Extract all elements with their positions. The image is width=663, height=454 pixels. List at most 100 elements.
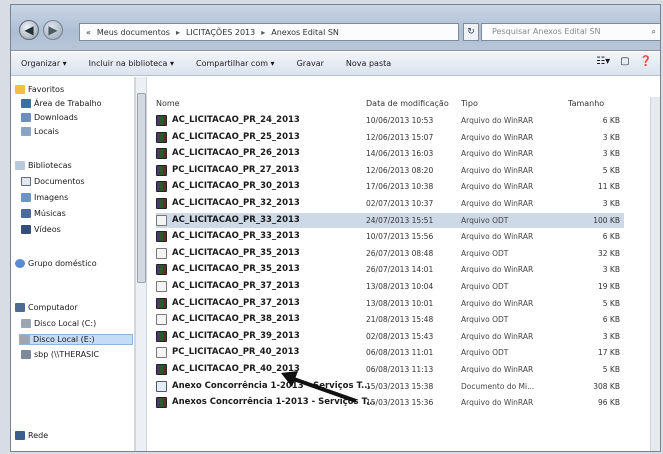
file-row[interactable]: AC_LICITACAO_PR_26_2013 14/06/2013 16:03 A… (156, 146, 624, 161)
nav-label: Documentos (34, 177, 85, 186)
nav-music[interactable]: Músicas (21, 209, 66, 218)
breadcrumb-meus-documentos[interactable]: Meus documentos (97, 28, 170, 37)
include-library-button[interactable]: Incluir na biblioteca ▾ (89, 59, 174, 68)
file-type: Arquivo do WinRAR (461, 298, 534, 308)
file-row[interactable]: AC_LICITACAO_PR_37_2013 13/08/2013 10:01 A… (156, 296, 624, 311)
refresh-icon[interactable]: ↻ (463, 23, 479, 41)
organize-button[interactable]: Organizar ▾ (21, 59, 67, 68)
file-date: 10/06/2013 10:53 (366, 116, 434, 125)
file-row[interactable]: AC_LICITACAO_PR_33_2013 24/07/2013 15:51 A… (156, 212, 624, 228)
nav-network-drive[interactable]: sbp (\\THERASIC (21, 350, 99, 359)
libraries-icon (15, 161, 25, 170)
help-icon[interactable]: ❓ (640, 56, 652, 67)
file-row[interactable]: AC_LICITACAO_PR_40_2013 06/08/2013 11:13 A… (156, 362, 624, 377)
nav-desktop[interactable]: Área de Trabalho (21, 99, 102, 108)
back-icon[interactable]: ◀ (19, 20, 39, 40)
star-icon (15, 85, 25, 94)
nav-label: Disco Local (E:) (33, 335, 95, 344)
file-row[interactable]: AC_LICITACAO_PR_38_2013 21/08/2013 15:48 A… (156, 312, 624, 327)
column-header-date[interactable]: Data de modificação (366, 99, 449, 108)
address-bar[interactable]: « Meus documentos ▸ LICITAÇÕES 2013 ▸ An… (79, 23, 459, 41)
file-row[interactable]: PC_LICITACAO_PR_40_2013 06/08/2013 11:01 A… (156, 345, 624, 360)
file-type: Arquivo ODT (461, 282, 509, 291)
nav-images[interactable]: Imagens (21, 193, 68, 202)
nav-computer[interactable]: Computador (15, 303, 78, 312)
file-row[interactable]: Anexos Concorrência 1-2013 - Serviços T.… (156, 395, 624, 410)
breadcrumb-licitacoes[interactable]: LICITAÇÕES 2013 (186, 28, 255, 37)
file-list-scrollbar[interactable] (650, 97, 660, 451)
file-row[interactable]: AC_LICITACAO_PR_24_2013 10/06/2013 10:53 A… (156, 113, 624, 128)
nav-label: Disco Local (C:) (34, 319, 97, 328)
odt-document-icon (156, 214, 167, 226)
file-row[interactable]: AC_LICITACAO_PR_37_2013 13/08/2013 10:04 A… (156, 279, 624, 294)
file-size: 3 KB (602, 149, 620, 159)
nav-disk-c[interactable]: Disco Local (C:) (21, 319, 96, 328)
nav-scrollbar[interactable] (135, 77, 147, 451)
nav-homegroup[interactable]: Grupo doméstico (15, 259, 97, 268)
nav-libraries[interactable]: Bibliotecas (15, 161, 72, 170)
share-button[interactable]: Compartilhar com ▾ (196, 59, 275, 68)
winrar-archive-icon (156, 115, 167, 126)
nav-disk-e[interactable]: Disco Local (E:) (19, 334, 133, 345)
file-date: 13/08/2013 10:04 (366, 282, 434, 291)
nav-videos[interactable]: Vídeos (21, 225, 61, 234)
search-input[interactable]: Pesquisar Anexos Edital SN ⌕ (481, 23, 660, 41)
nav-label: Área de Trabalho (34, 99, 102, 108)
file-row[interactable]: AC_LICITACAO_PR_32_2013 02/07/2013 10:37 A… (156, 196, 624, 211)
burn-button[interactable]: Gravar (297, 59, 324, 68)
file-row[interactable]: AC_LICITACAO_PR_35_2013 26/07/2013 14:01 A… (156, 262, 624, 277)
column-header-type[interactable]: Tipo (461, 99, 478, 108)
documents-icon (21, 177, 31, 186)
file-row[interactable]: PC_LICITACAO_PR_27_2013 12/06/2013 08:20 A… (156, 163, 624, 178)
file-row[interactable]: AC_LICITACAO_PR_35_2013 26/07/2013 08:48 A… (156, 246, 624, 261)
explorer-window: ◀ ▶ « Meus documentos ▸ LICITAÇÕES 2013 … (10, 4, 661, 452)
winrar-archive-icon (156, 297, 167, 309)
file-row[interactable]: Anexo Concorrência 1-2013 - Serviços T..… (156, 379, 624, 394)
winrar-archive-icon (156, 264, 167, 276)
preview-pane-icon[interactable]: ▢ (620, 56, 629, 67)
file-date: 06/08/2013 11:01 (366, 348, 434, 358)
file-name: AC_LICITACAO_PR_39_2013 (172, 330, 300, 341)
nav-network[interactable]: Rede (15, 431, 48, 440)
winrar-archive-icon (156, 397, 167, 409)
nav-label: sbp (\\THERASIC (34, 350, 100, 359)
file-row[interactable]: AC_LICITACAO_PR_25_2013 12/06/2013 15:07 A… (156, 130, 624, 145)
nav-downloads[interactable]: Downloads (21, 113, 78, 122)
file-name: Anexos Concorrência 1-2013 - Serviços T.… (172, 397, 376, 408)
file-size: 308 KB (593, 381, 620, 391)
file-size: 6 KB (602, 315, 620, 325)
nav-label: Músicas (34, 209, 66, 218)
file-row[interactable]: AC_LICITACAO_PR_30_2013 17/06/2013 10:38 A… (156, 179, 624, 194)
file-type: Arquivo do WinRAR (461, 165, 534, 175)
file-size: 5 KB (602, 365, 620, 374)
nav-documents[interactable]: Documentos (21, 177, 85, 186)
breadcrumb-anexos[interactable]: Anexos Edital SN (271, 28, 339, 37)
drive-icon (20, 335, 30, 344)
address-bar-strip: ◀ ▶ « Meus documentos ▸ LICITAÇÕES 2013 … (11, 5, 660, 51)
file-type: Arquivo ODT (461, 348, 509, 358)
scrollbar-thumb[interactable] (137, 93, 146, 283)
winrar-archive-icon (156, 364, 167, 375)
odt-document-icon (156, 281, 167, 292)
breadcrumb-overflow[interactable]: « (86, 28, 91, 37)
column-header-name[interactable]: Nome (156, 99, 180, 108)
file-row[interactable]: AC_LICITACAO_PR_33_2013 10/07/2013 15:56 A… (156, 229, 624, 244)
nav-recent[interactable]: Locais (21, 127, 59, 136)
file-name: AC_LICITACAO_PR_35_2013 (172, 247, 300, 258)
odt-document-icon (156, 314, 167, 326)
chevron-right-icon: ▸ (175, 27, 180, 37)
navigation-pane: Favoritos Área de Trabalho Downloads Loc… (11, 77, 135, 451)
view-options-icon[interactable]: ☷▾ (596, 56, 610, 67)
nav-favorites[interactable]: Favoritos (15, 85, 64, 94)
new-folder-button[interactable]: Nova pasta (346, 59, 391, 68)
nav-label: Locais (34, 127, 59, 136)
file-size: 19 KB (598, 282, 620, 291)
file-row[interactable]: AC_LICITACAO_PR_39_2013 02/08/2013 15:43 A… (156, 329, 624, 344)
file-name: Anexo Concorrência 1-2013 - Serviços T..… (172, 380, 371, 391)
file-name: AC_LICITACAO_PR_24_2013 (172, 115, 300, 125)
file-date: 12/06/2013 08:20 (366, 165, 434, 175)
forward-icon[interactable]: ▶ (43, 20, 63, 40)
column-header-size[interactable]: Tamanho (568, 99, 604, 108)
file-date: 14/06/2013 16:03 (366, 149, 434, 159)
download-icon (21, 113, 31, 122)
